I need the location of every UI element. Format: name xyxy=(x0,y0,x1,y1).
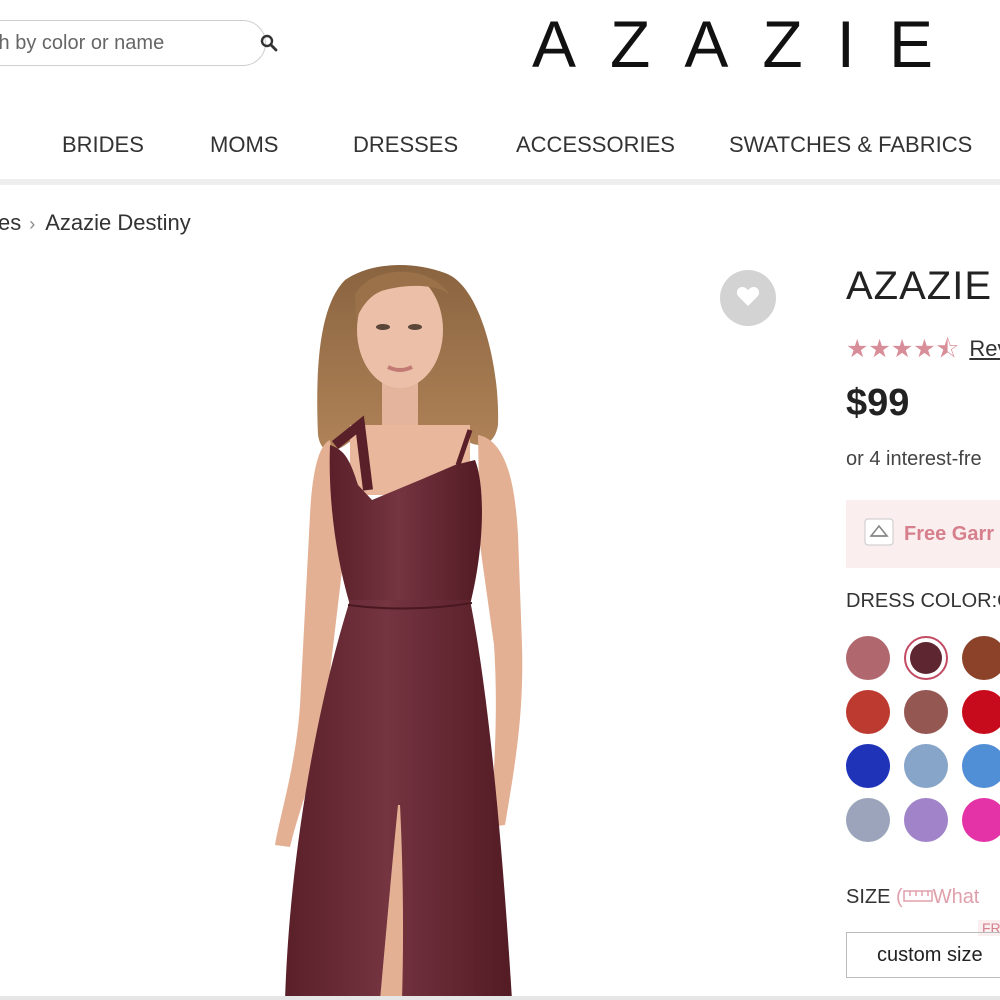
color-swatch[interactable] xyxy=(962,744,1000,788)
size-select-value: custom size xyxy=(877,943,983,966)
product-rating: ★★★★⯪ Rev xyxy=(846,336,1000,362)
nav-item-swatches-fabrics[interactable]: SWATCHES & FABRICS xyxy=(729,132,972,158)
promo-text: Free Garr xyxy=(904,522,995,545)
chevron-right-icon: › xyxy=(29,214,36,234)
color-swatch[interactable] xyxy=(904,690,948,734)
nav-item-brides[interactable]: BRIDES xyxy=(62,132,144,158)
color-swatch[interactable] xyxy=(904,744,948,788)
dress-color-label: DRESS COLOR:C xyxy=(846,590,1000,612)
size-guide-link[interactable]: (What xyxy=(896,886,979,908)
size-guide-label: What xyxy=(932,886,980,908)
color-swatch[interactable] xyxy=(904,798,948,842)
brand-logo[interactable]: AZAZIE xyxy=(532,6,967,82)
page-bottom-border xyxy=(0,996,1000,1000)
favorite-button[interactable] xyxy=(720,270,776,326)
nav-item-moms[interactable]: MOMS xyxy=(210,132,278,158)
ruler-icon xyxy=(902,886,933,908)
search-icon[interactable] xyxy=(260,32,278,54)
installment-text: or 4 interest-fre xyxy=(846,448,982,470)
size-select[interactable]: custom size xyxy=(846,932,1000,978)
reviews-link[interactable]: Rev xyxy=(969,336,1000,362)
color-swatch[interactable] xyxy=(846,744,890,788)
color-swatch[interactable] xyxy=(962,636,1000,680)
garment-bag-icon xyxy=(864,518,894,551)
nav-item-accessories[interactable]: ACCESSORIES xyxy=(516,132,675,158)
nav-item-dresses[interactable]: DRESSES xyxy=(353,132,458,158)
promo-banner[interactable]: Free Garr xyxy=(846,500,1000,568)
product-title: AZAZIE D xyxy=(846,264,1000,308)
breadcrumb: es › Azazie Destiny xyxy=(0,210,191,236)
color-swatch[interactable] xyxy=(846,636,890,680)
search-bar[interactable] xyxy=(0,20,278,66)
main-nav: BRIDES MOMS DRESSES ACCESSORIES SWATCHES… xyxy=(0,132,1000,168)
heart-icon xyxy=(736,285,760,312)
size-label: SIZE xyxy=(846,886,891,908)
search-input[interactable] xyxy=(0,30,260,56)
color-swatch-fill xyxy=(910,642,942,674)
size-label-row: SIZE (What xyxy=(846,886,979,909)
color-swatch[interactable] xyxy=(962,690,1000,734)
product-photo[interactable] xyxy=(0,245,800,1000)
breadcrumb-current: Azazie Destiny xyxy=(45,210,191,235)
rating-stars-icon: ★★★★⯪ xyxy=(846,335,960,363)
nav-divider xyxy=(0,179,1000,185)
product-price: $99 xyxy=(846,382,910,424)
color-swatch[interactable] xyxy=(846,690,890,734)
color-swatch[interactable] xyxy=(904,636,948,680)
color-swatch[interactable] xyxy=(962,798,1000,842)
color-swatch[interactable] xyxy=(846,798,890,842)
breadcrumb-parent-link[interactable]: es xyxy=(0,210,21,235)
